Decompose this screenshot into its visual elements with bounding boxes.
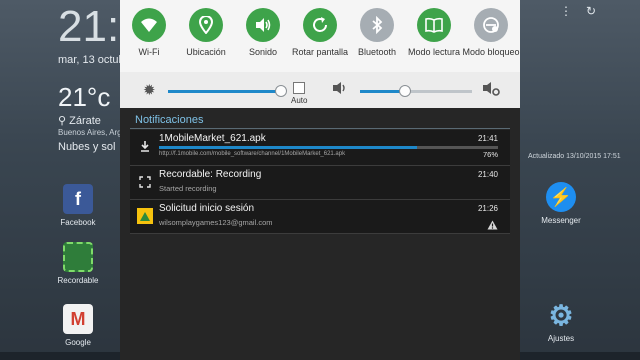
quick-tile-label: Bluetooth [357, 47, 397, 57]
download-percent: 76% [482, 150, 498, 159]
menu-icon[interactable]: ⋮ [560, 4, 572, 18]
messenger-icon: ⚡ [546, 182, 576, 212]
app-label: Messenger [541, 216, 581, 225]
download-icon [137, 138, 153, 154]
notifications-header: Notificaciones [135, 114, 204, 126]
recordable-icon [63, 242, 93, 272]
volume-icon [332, 81, 348, 100]
quick-tile-bluetooth[interactable]: Bluetooth [348, 8, 406, 58]
quick-tile-label: Ubicación [186, 47, 226, 57]
quick-tile-reading-mode[interactable]: Modo lectura [405, 8, 463, 58]
facebook-icon: f [63, 184, 93, 214]
notification-shade: Wi-Fi Ubicación Sonido Rotar pantalla Bl… [120, 0, 520, 360]
book-icon [417, 8, 451, 42]
brightness-slider-thumb[interactable] [275, 85, 287, 97]
bluetooth-icon [360, 8, 394, 42]
home-date: mar, 13 octub [58, 54, 125, 66]
warning-icon [487, 217, 498, 235]
quick-tile-rotate[interactable]: Rotar pantalla [291, 8, 349, 58]
download-progress-bar [159, 146, 498, 149]
app-recordable[interactable]: Recordable [48, 242, 108, 285]
rotate-icon [303, 8, 337, 42]
home-temperature: 21°c [58, 82, 111, 112]
home-weather: Nubes y sol [58, 141, 116, 153]
quick-tile-label: Rotar pantalla [291, 47, 349, 57]
home-location: ⚲ Zárate [58, 115, 101, 127]
sound-settings-icon[interactable] [482, 81, 500, 102]
quick-tile-label: Sonido [248, 47, 278, 57]
app-label: Ajustes [547, 334, 575, 343]
google-signin-icon [137, 208, 153, 224]
quick-tile-block-mode[interactable]: Modo bloqueo [462, 8, 520, 58]
sliders-panel: ✹ Auto [120, 72, 520, 108]
app-label: Recordable [57, 276, 99, 285]
brightness-slider[interactable] [168, 85, 287, 97]
notification-subtitle: wilsomplaygames123@gmail.com [159, 218, 273, 227]
sound-icon [246, 8, 280, 42]
app-google[interactable]: M Google [48, 304, 108, 347]
download-progress-fill [159, 146, 417, 149]
home-weather-updated: Actualizado 13/10/2015 17:51 [528, 153, 621, 160]
divider [130, 128, 510, 129]
refresh-icon[interactable]: ↻ [586, 4, 596, 18]
notification-title: Solicitud inicio sesión [159, 203, 255, 214]
gear-icon: ⚙ [548, 299, 574, 331]
quick-settings-panel: Wi-Fi Ubicación Sonido Rotar pantalla Bl… [120, 0, 520, 72]
block-mode-icon [474, 8, 508, 42]
app-messenger[interactable]: ⚡ Messenger [531, 182, 591, 225]
volume-slider[interactable] [360, 85, 472, 97]
notification-title: Recordable: Recording [159, 169, 262, 180]
app-label: Facebook [60, 218, 96, 227]
quick-tile-wifi[interactable]: Wi-Fi [120, 8, 178, 58]
app-label: Google [65, 338, 91, 347]
notification-time: 21:41 [477, 134, 498, 143]
notification-title: 1MobileMarket_621.apk [159, 133, 266, 144]
home-city: Buenos Aires, Arge [58, 128, 127, 137]
auto-brightness-label: Auto [291, 96, 308, 105]
auto-brightness-checkbox[interactable] [293, 82, 305, 94]
quick-tile-label: Modo bloqueo [462, 47, 520, 57]
home-top-icons: ⋮ ↻ [546, 4, 596, 18]
quick-tile-location[interactable]: Ubicación [177, 8, 235, 58]
home-location-label: Zárate [69, 115, 101, 127]
gmail-icon: M [63, 304, 93, 334]
app-facebook[interactable]: f Facebook [48, 184, 108, 227]
quick-tile-label: Wi-Fi [138, 47, 160, 57]
notification-recording[interactable]: Recordable: Recording Started recording … [130, 166, 510, 200]
screen-record-icon [137, 174, 153, 190]
notification-signin[interactable]: Solicitud inicio sesión wilsomplaygames1… [130, 200, 510, 234]
brightness-slider-fill [168, 90, 281, 93]
app-settings[interactable]: ⚙ Ajustes [531, 299, 591, 344]
quick-tile-label: Modo lectura [407, 47, 461, 57]
notification-subtitle: Started recording [159, 184, 217, 193]
location-icon [189, 8, 223, 42]
brightness-icon: ✹ [143, 82, 156, 99]
notification-time: 21:40 [477, 170, 498, 179]
home-clock: 21: [58, 2, 120, 51]
notification-subtitle: http://f.1mobile.com/mobile_software/cha… [159, 151, 346, 157]
notification-time: 21:26 [477, 204, 498, 213]
quick-tile-sound[interactable]: Sonido [234, 8, 292, 58]
wifi-icon [132, 8, 166, 42]
notification-download[interactable]: 1MobileMarket_621.apk 21:41 http://f.1mo… [130, 130, 510, 166]
volume-slider-thumb[interactable] [398, 85, 411, 97]
